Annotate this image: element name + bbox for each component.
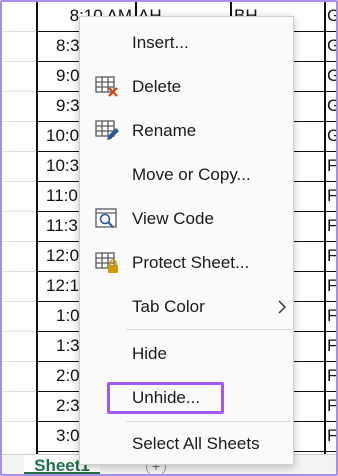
table-cell[interactable]: 10:3 [46, 155, 79, 177]
table-cell[interactable]: 1:3 [56, 335, 80, 357]
menu-item-rename[interactable]: Rename [80, 111, 293, 151]
grid-line [324, 2, 326, 454]
table-cell[interactable]: 9:0 [56, 65, 80, 87]
menu-item-label: Move or Copy... [132, 165, 251, 184]
menu-item-label: Protect Sheet... [132, 253, 250, 272]
table-cell[interactable]: 12:1 [46, 275, 79, 297]
menu-item-label: Tab Color [132, 297, 205, 316]
menu-item-tab-color[interactable]: Tab Color [80, 287, 293, 327]
table-cell[interactable]: G [327, 65, 336, 87]
menu-item-label: Hide [132, 344, 167, 363]
menu-item-label: View Code [132, 209, 214, 228]
grid-line [2, 211, 36, 212]
table-cell[interactable]: 11:0 [46, 185, 78, 207]
table-cell[interactable]: G [327, 35, 336, 57]
table-cell[interactable]: F [327, 275, 336, 297]
menu-item-hide[interactable]: Hide [80, 334, 293, 374]
menu-item-protect-sheet[interactable]: Protect Sheet... [80, 243, 293, 283]
rename-sheet-icon [94, 119, 120, 143]
menu-item-delete[interactable]: Delete [80, 67, 293, 107]
menu-item-label: Rename [132, 121, 197, 140]
grid-line [36, 2, 38, 454]
table-cell[interactable]: F [327, 185, 336, 207]
delete-sheet-icon [94, 75, 120, 99]
view-code-icon [94, 207, 120, 231]
sheet-context-menu: Insert... Delete Rename Move or Copy... … [79, 16, 294, 465]
grid-line [2, 151, 36, 152]
grid-line [2, 121, 36, 122]
grid-line [2, 301, 36, 302]
table-cell[interactable]: F [327, 365, 336, 387]
unhide-highlight-box [107, 382, 224, 414]
table-cell[interactable]: 8:3 [56, 35, 80, 57]
table-cell[interactable]: 2:3 [56, 395, 80, 417]
table-cell[interactable]: F [327, 215, 336, 237]
menu-item-label: Insert... [132, 33, 189, 52]
grid-line [2, 361, 36, 362]
menu-item-move-or-copy[interactable]: Move or Copy... [80, 155, 293, 195]
grid-line [2, 391, 36, 392]
menu-item-select-all-sheets[interactable]: Select All Sheets [80, 424, 293, 464]
chevron-right-icon [274, 299, 290, 315]
table-cell[interactable]: F [327, 155, 336, 177]
table-cell[interactable]: 9:3 [56, 95, 80, 117]
grid-line [2, 421, 36, 422]
table-cell[interactable]: F [327, 335, 336, 357]
grid-line [2, 181, 36, 182]
grid-line [2, 91, 36, 92]
protect-sheet-icon [94, 251, 120, 275]
menu-item-view-code[interactable]: View Code [80, 199, 293, 239]
menu-item-label: Delete [132, 77, 182, 96]
table-cell[interactable]: F [327, 425, 336, 447]
grid-line [2, 271, 36, 272]
menu-separator [126, 329, 293, 330]
grid-line [2, 241, 36, 242]
table-cell[interactable]: 1:0 [56, 305, 80, 327]
menu-item-label: Select All Sheets [132, 434, 260, 453]
menu-item-insert[interactable]: Insert... [80, 23, 293, 63]
menu-separator [126, 421, 293, 422]
table-cell[interactable]: 3:0 [56, 425, 80, 447]
table-cell[interactable]: F [327, 305, 336, 327]
table-cell[interactable]: G [327, 5, 336, 27]
table-cell[interactable]: F [327, 245, 336, 267]
grid-line [2, 31, 36, 32]
table-cell[interactable]: F [327, 395, 336, 417]
grid-line [2, 331, 36, 332]
grid-line [2, 61, 36, 62]
table-cell[interactable]: 12:0 [46, 245, 79, 267]
table-cell[interactable]: G [327, 125, 336, 147]
table-cell[interactable]: 2:0 [56, 365, 80, 387]
table-cell[interactable]: 10:0 [46, 125, 79, 147]
app-window: 8:10 AM 8:3 9:0 9:3 10:0 10:3 11:0 11:3 … [0, 0, 338, 476]
table-cell[interactable]: 11:3 [46, 215, 78, 237]
table-cell[interactable]: G [327, 95, 336, 117]
